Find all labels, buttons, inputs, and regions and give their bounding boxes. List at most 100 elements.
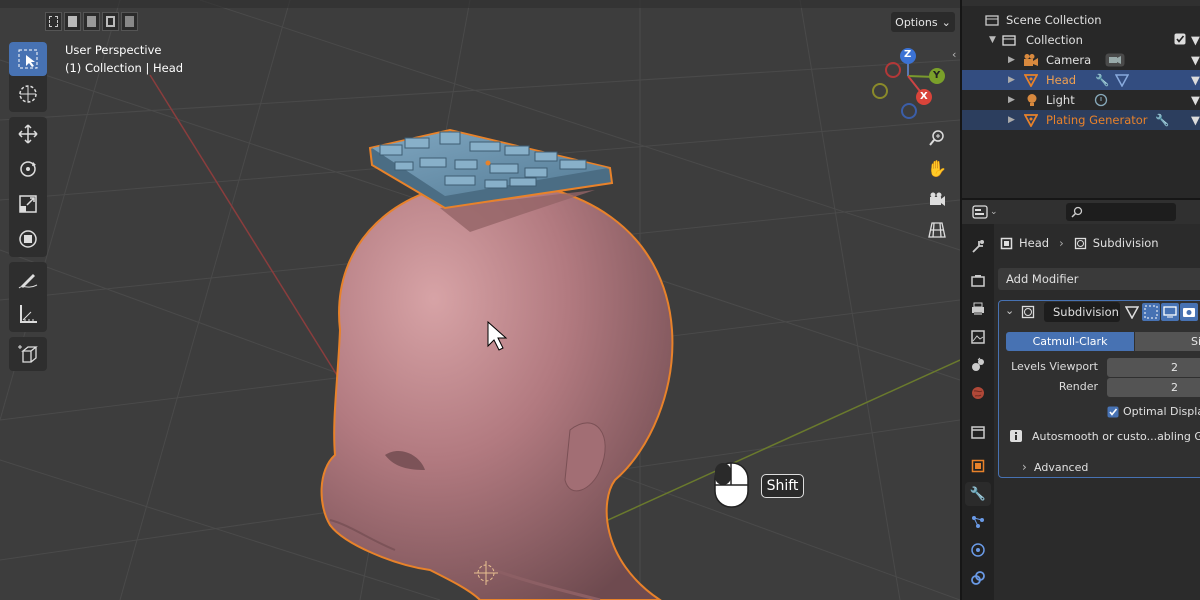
catmull-clark-button[interactable]: Catmull-Clark xyxy=(1006,332,1134,351)
select-invert-mode[interactable] xyxy=(102,12,119,31)
render-camera-icon xyxy=(1183,308,1195,317)
subdivision-modifier-icon xyxy=(1021,305,1035,319)
tab-scene[interactable] xyxy=(965,353,991,377)
object-square-icon xyxy=(1000,237,1013,249)
camera-view-button[interactable] xyxy=(924,186,950,212)
outliner-item-label: Head xyxy=(1046,73,1077,87)
viewport-header xyxy=(0,0,960,8)
funnel-icon[interactable]: ▼ xyxy=(1191,93,1200,107)
scene-collection-label: Scene Collection xyxy=(1006,13,1102,27)
select-box-tool[interactable] xyxy=(9,42,47,76)
move-tool[interactable] xyxy=(9,117,47,151)
move-icon xyxy=(18,124,38,144)
expand-arrow-icon[interactable]: ▼ xyxy=(989,35,996,45)
edit-mode-toggle-icon[interactable] xyxy=(1125,305,1139,319)
properties-header: ⌄ xyxy=(962,200,1200,224)
cage-toggle-button[interactable] xyxy=(1142,303,1160,321)
particles-icon xyxy=(972,516,984,528)
world-icon xyxy=(972,387,984,399)
shift-key-indicator: Shift xyxy=(761,474,804,498)
funnel-icon[interactable]: ▼ xyxy=(1191,113,1200,127)
expand-arrow-icon[interactable]: ▶ xyxy=(1008,115,1015,125)
tab-output[interactable] xyxy=(965,297,991,321)
select-extend-mode[interactable] xyxy=(64,12,81,31)
render-toggle-button[interactable] xyxy=(1180,303,1198,321)
tab-render[interactable] xyxy=(965,269,991,293)
outliner-item-label: Light xyxy=(1046,93,1075,107)
mesh-object-icon xyxy=(1024,114,1038,127)
viewport-toggle-button[interactable] xyxy=(1161,303,1179,321)
catmull-clark-label: Catmull-Clark xyxy=(1032,335,1108,348)
outliner-row-plating-generator[interactable]: ▶ Plating Generator 🔧 ▼ xyxy=(962,110,1200,130)
outliner-item-label: Plating Generator xyxy=(1046,113,1148,127)
tab-physics[interactable] xyxy=(965,538,991,562)
modifier-name-field[interactable]: Subdivision xyxy=(1044,302,1120,322)
measure-tool[interactable] xyxy=(9,297,47,331)
viewport-context-label: (1) Collection | Head xyxy=(65,61,184,75)
tab-constraints[interactable] xyxy=(965,566,991,590)
outliner-row-scene-collection[interactable]: Scene Collection xyxy=(962,10,1200,30)
mesh-data-icon xyxy=(1115,74,1129,87)
printer-icon xyxy=(972,302,984,315)
outliner-row-camera[interactable]: ▶ Camera ▼ xyxy=(962,50,1200,70)
chevron-right-icon: › xyxy=(1059,236,1064,250)
breadcrumb: Head › Subdivision xyxy=(1000,234,1159,252)
tab-modifiers[interactable]: 🔧 xyxy=(965,482,991,506)
funnel-icon[interactable]: ▼ xyxy=(1191,73,1200,87)
pan-button[interactable]: ✋ xyxy=(924,155,950,181)
simple-label: Simple xyxy=(1191,335,1200,348)
scale-tool[interactable] xyxy=(9,187,47,221)
simple-button[interactable]: Simple xyxy=(1135,332,1200,351)
annotate-tool[interactable] xyxy=(9,262,47,296)
levels-viewport-value: 2 xyxy=(1171,361,1178,374)
breadcrumb-modifier: Subdivision xyxy=(1092,236,1159,250)
toolbar-group-select xyxy=(9,42,47,112)
checkbox-icon[interactable] xyxy=(1174,33,1186,45)
render-levels-field[interactable]: 2 xyxy=(1107,378,1200,397)
tab-view-layer[interactable] xyxy=(965,325,991,349)
cursor-tool[interactable] xyxy=(9,77,47,111)
properties-search-input[interactable] xyxy=(1066,203,1176,221)
pencil-icon xyxy=(18,274,38,289)
properties-tabs: 🔧 xyxy=(962,224,994,600)
add-modifier-button[interactable]: Add Modifier xyxy=(998,268,1200,290)
info-icon xyxy=(1010,430,1022,442)
tab-object[interactable] xyxy=(965,454,991,478)
zoom-button[interactable] xyxy=(924,125,950,151)
rotate-tool[interactable] xyxy=(9,152,47,186)
tab-collection[interactable] xyxy=(965,420,991,444)
hand-icon: ✋ xyxy=(927,158,947,178)
select-intersect-mode[interactable] xyxy=(121,12,138,31)
outliner-row-light[interactable]: ▶ Light ▼ xyxy=(962,90,1200,110)
expand-arrow-icon[interactable]: ▶ xyxy=(1008,75,1015,85)
transform-tool[interactable] xyxy=(9,222,47,256)
editor-type-dropdown[interactable]: ⌄ xyxy=(972,203,1002,221)
blender-window: Z Y X User Perspective (1) Collection | … xyxy=(0,0,1200,600)
tab-world[interactable] xyxy=(965,381,991,405)
optimal-display-label: Optimal Display xyxy=(1123,405,1200,418)
expand-arrow-icon[interactable]: ▶ xyxy=(1008,95,1015,105)
add-cube-tool[interactable] xyxy=(9,337,47,371)
chevron-right-icon[interactable]: › xyxy=(1022,460,1027,474)
funnel-icon[interactable]: ▼ xyxy=(1191,53,1200,67)
tab-particles[interactable] xyxy=(965,510,991,534)
optimal-display-checkbox[interactable] xyxy=(1107,406,1119,418)
advanced-subpanel-label[interactable]: Advanced xyxy=(1034,461,1088,474)
tool-settings-icon xyxy=(972,240,984,253)
add-modifier-label: Add Modifier xyxy=(1006,272,1079,286)
outliner-row-head[interactable]: ▶ Head 🔧 ▼ xyxy=(962,70,1200,90)
options-dropdown[interactable]: Options ⌄ xyxy=(891,12,955,32)
tab-tool[interactable] xyxy=(965,234,991,258)
funnel-icon[interactable]: ▼ xyxy=(1191,33,1200,47)
expand-arrow-icon[interactable]: ▶ xyxy=(1008,55,1015,65)
render-icon xyxy=(971,275,985,287)
collapse-sidebar-icon[interactable]: ‹ xyxy=(952,48,956,61)
select-subtract-mode[interactable] xyxy=(83,12,100,31)
scene-icon xyxy=(972,357,984,371)
collapse-modifier-icon[interactable]: ⌄ xyxy=(1005,304,1014,317)
perspective-toggle-button[interactable] xyxy=(924,217,950,243)
3d-viewport[interactable]: Z Y X User Perspective (1) Collection | … xyxy=(0,0,960,600)
select-new-mode[interactable] xyxy=(45,12,62,31)
levels-viewport-field[interactable]: 2 xyxy=(1107,358,1200,377)
outliner-row-collection[interactable]: ▼ Collection ▼ xyxy=(962,30,1200,50)
